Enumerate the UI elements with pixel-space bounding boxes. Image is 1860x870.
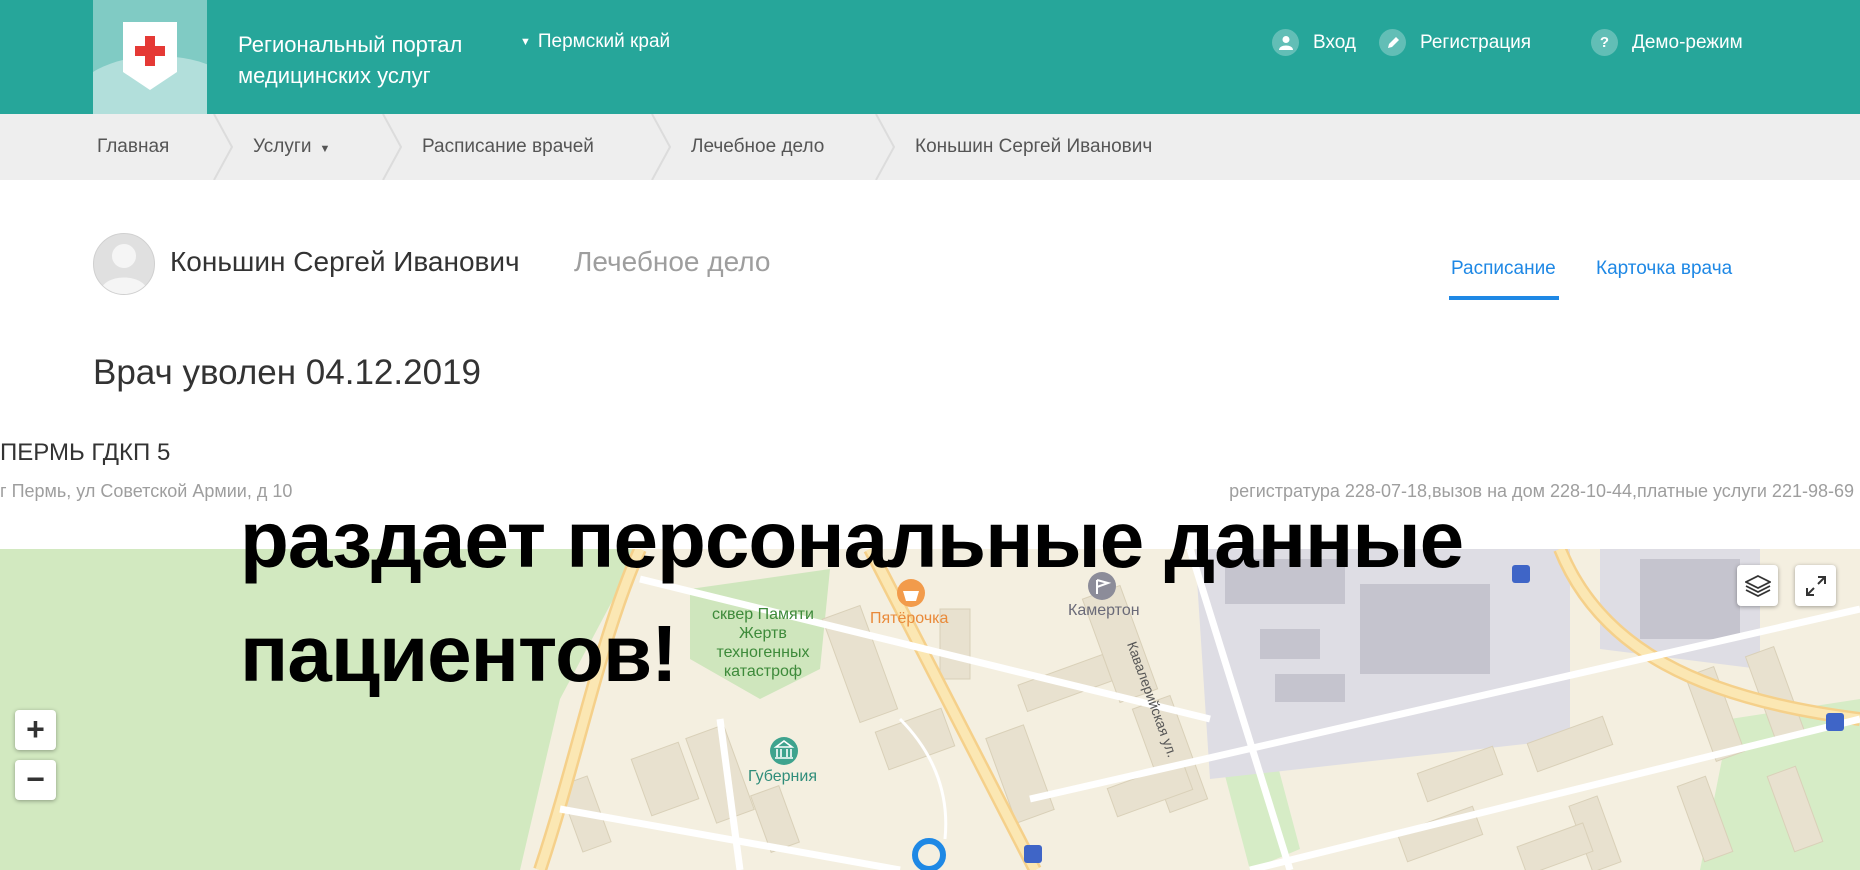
overlay-caption-line2: пациентов! — [240, 609, 678, 698]
expand-icon — [1805, 575, 1826, 596]
login-label: Вход — [1313, 31, 1356, 53]
breadcrumb-services-label: Услуги — [253, 136, 312, 157]
site-header: Региональный портал медицинских услуг ▼ П… — [0, 0, 1860, 114]
breadcrumb-separator — [651, 114, 672, 180]
demo-mode-link[interactable]: ? Демо-режим — [1591, 29, 1743, 56]
pencil-icon — [1379, 29, 1406, 56]
overlay-caption: раздает персональные данные пациентов! — [240, 483, 1464, 711]
region-label: Пермский край — [537, 31, 671, 52]
breadcrumb-separator — [875, 114, 896, 180]
breadcrumb-specialty[interactable]: Лечебное дело — [691, 114, 824, 180]
user-silhouette-icon — [100, 244, 148, 294]
register-label: Регистрация — [1420, 31, 1532, 53]
doctor-name: Коньшин Сергей Иванович — [170, 246, 520, 277]
doctor-status: Врач уволен 04.12.2019 — [93, 353, 481, 392]
login-link[interactable]: Вход — [1272, 29, 1356, 56]
breadcrumb: Главная Услуги ▼ Расписание врачей Лечебн… — [0, 114, 1860, 180]
triangle-down-icon: ▼ — [520, 36, 531, 48]
breadcrumb-home[interactable]: Главная — [97, 114, 169, 180]
user-icon — [1272, 29, 1299, 56]
doctor-avatar — [93, 233, 155, 295]
breadcrumb-schedule[interactable]: Расписание врачей — [422, 114, 594, 180]
doctor-specialty: Лечебное дело — [574, 246, 771, 277]
region-selector[interactable]: ▼ Пермский край — [520, 31, 670, 53]
portal-title[interactable]: Региональный портал медицинских услуг — [238, 29, 538, 91]
triangle-down-icon: ▼ — [319, 143, 331, 155]
map-fullscreen-button[interactable] — [1795, 565, 1836, 606]
question-icon: ? — [1591, 29, 1618, 56]
demo-label: Демо-режим — [1632, 31, 1743, 53]
tab-doctor-card[interactable]: Карточка врача — [1596, 258, 1732, 280]
clinic-name: ПЕРМЬ ГДКП 5 — [0, 439, 171, 466]
portal-title-line1: Региональный портал — [238, 32, 463, 57]
layers-icon — [1744, 574, 1771, 597]
shield-cross-icon — [123, 22, 177, 90]
active-tab-indicator — [1449, 296, 1559, 300]
breadcrumb-doctor: Коньшин Сергей Иванович — [915, 136, 1153, 157]
breadcrumb-services[interactable]: Услуги ▼ — [253, 114, 330, 180]
portal-logo[interactable] — [93, 0, 207, 114]
breadcrumb-separator — [382, 114, 403, 180]
map-layers-button[interactable] — [1737, 565, 1778, 606]
map-zoom-out-button[interactable]: − — [15, 760, 56, 800]
breadcrumb-separator — [213, 114, 234, 180]
map-zoom-in-button[interactable]: + — [15, 710, 56, 750]
tab-schedule[interactable]: Расписание — [1451, 258, 1556, 280]
map-label-gubernia: Губерния — [748, 768, 817, 785]
overlay-caption-line1: раздает персональные данные — [240, 495, 1464, 584]
portal-title-line2: медицинских услуг — [238, 63, 431, 88]
register-link[interactable]: Регистрация — [1379, 29, 1531, 56]
